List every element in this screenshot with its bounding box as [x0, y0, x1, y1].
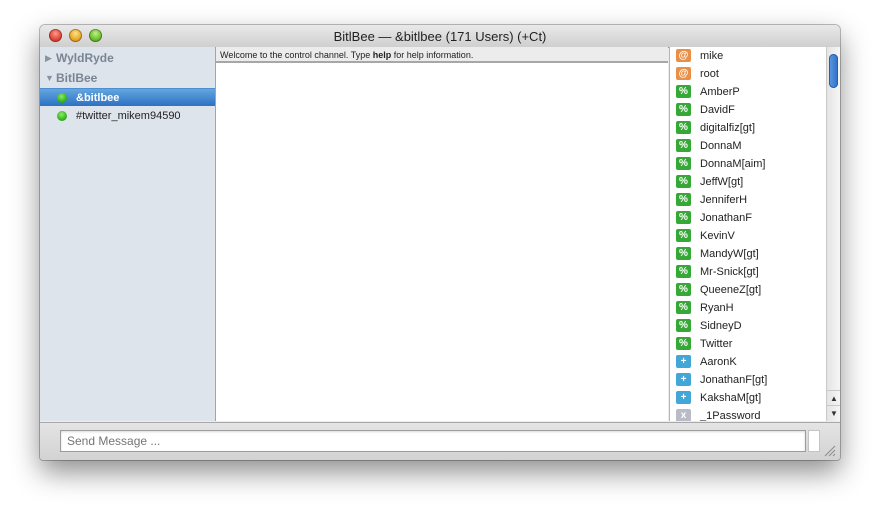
user-nickname: DonnaM[aim] [700, 158, 766, 170]
user-list-item[interactable]: % JeffW[gt] [670, 173, 827, 191]
user-list-item[interactable]: % DonnaM[aim] [670, 155, 827, 173]
user-list[interactable]: @ mike @ root% AmberP% DavidF% digitalfiz[gt]%… [669, 47, 827, 421]
app-window: BitlBee — &bitlbee (171 Users) (+Ct) ▶ W… [40, 25, 840, 460]
resize-grip-icon[interactable] [824, 445, 836, 457]
user-mode-badge-icon: % [676, 229, 691, 242]
user-list-item[interactable]: % DavidF [670, 101, 827, 119]
user-nickname: KevinV [700, 230, 735, 242]
user-nickname: KakshaM[gt] [700, 392, 762, 404]
channel-item-twitter[interactable]: #twitter_mikem94590 [40, 107, 215, 125]
user-mode-badge-icon: % [676, 265, 691, 278]
user-list-item[interactable]: @ root [670, 65, 827, 83]
user-list-item[interactable]: % Twitter [670, 335, 827, 353]
server-group-bitlbee[interactable]: ▼ BitlBee [40, 69, 215, 87]
user-mode-badge-icon: + [676, 391, 691, 404]
user-mode-badge-icon: % [676, 337, 691, 350]
user-list-item[interactable]: @ mike [670, 47, 827, 65]
user-nickname: JeffW[gt] [700, 176, 744, 188]
user-mode-badge-icon: % [676, 301, 691, 314]
user-nickname: QueeneZ[gt] [700, 284, 762, 296]
user-list-item[interactable]: % Mr-Snick[gt] [670, 263, 827, 281]
user-nickname: MandyW[gt] [700, 248, 759, 260]
user-nickname: DonnaM [700, 140, 742, 152]
channel-label: &bitlbee [76, 92, 120, 104]
user-nickname: JonathanF [700, 212, 752, 224]
user-mode-badge-icon: @ [676, 49, 691, 62]
user-list-item[interactable]: % QueeneZ[gt] [670, 281, 827, 299]
input-side-box [808, 430, 820, 452]
user-list-item[interactable]: x _1Password [670, 407, 827, 421]
user-nickname: root [700, 68, 719, 80]
user-mode-badge-icon: x [676, 409, 691, 421]
user-mode-badge-icon: % [676, 157, 691, 170]
online-status-icon [57, 111, 67, 121]
online-status-icon [57, 93, 67, 103]
window-title: BitlBee — &bitlbee (171 Users) (+Ct) [333, 29, 547, 44]
user-list-scrollbar[interactable]: ▲ ▼ [826, 47, 840, 421]
user-list-item[interactable]: % JonathanF [670, 209, 827, 227]
user-mode-badge-icon: % [676, 193, 691, 206]
user-mode-badge-icon: % [676, 247, 691, 260]
user-list-item[interactable]: % JenniferH [670, 191, 827, 209]
disclosure-down-icon[interactable]: ▼ [45, 69, 54, 87]
channel-item-bitlbee[interactable]: &bitlbee [40, 88, 215, 106]
user-nickname: Twitter [700, 338, 733, 350]
topic-text-suffix: for help information. [391, 50, 474, 60]
user-list-item[interactable]: % SidneyD [670, 317, 827, 335]
scroll-down-arrow-icon[interactable]: ▼ [827, 405, 840, 421]
user-mode-badge-icon: % [676, 283, 691, 296]
user-mode-badge-icon: @ [676, 67, 691, 80]
user-nickname: mike [700, 50, 724, 62]
user-nickname: SidneyD [700, 320, 742, 332]
user-list-item[interactable]: + JonathanF[gt] [670, 371, 827, 389]
user-nickname: AmberP [700, 86, 740, 98]
user-list-item[interactable]: % DonnaM [670, 137, 827, 155]
user-mode-badge-icon: % [676, 175, 691, 188]
user-nickname: JenniferH [700, 194, 748, 206]
user-mode-badge-icon: % [676, 139, 691, 152]
composer-bar [40, 422, 840, 460]
user-list-item[interactable]: % KevinV [670, 227, 827, 245]
user-list-item[interactable]: + KakshaM[gt] [670, 389, 827, 407]
user-nickname: JonathanF[gt] [700, 374, 768, 386]
user-mode-badge-icon: % [676, 211, 691, 224]
user-mode-badge-icon: + [676, 373, 691, 386]
user-list-item[interactable]: % RyanH [670, 299, 827, 317]
channel-label: #twitter_mikem94590 [76, 110, 181, 122]
topic-help-keyword: help [372, 50, 392, 60]
user-list-item[interactable]: % AmberP [670, 83, 827, 101]
send-message-input[interactable] [60, 430, 806, 452]
chat-transcript[interactable]: Welcome to the control channel. Type hel… [216, 47, 668, 421]
user-nickname: RyanH [700, 302, 734, 314]
user-mode-badge-icon: + [676, 355, 691, 368]
user-list-item[interactable]: % digitalfiz[gt] [670, 119, 827, 137]
scrollbar-thumb[interactable] [829, 54, 838, 88]
user-mode-badge-icon: % [676, 121, 691, 134]
user-mode-badge-icon: % [676, 319, 691, 332]
user-nickname: digitalfiz[gt] [700, 122, 756, 134]
server-group-wyldryde[interactable]: ▶ WyldRyde [40, 49, 215, 67]
scroll-up-arrow-icon[interactable]: ▲ [827, 390, 840, 406]
channel-topic: Welcome to the control channel. Type hel… [216, 47, 668, 63]
title-bar[interactable]: BitlBee — &bitlbee (171 Users) (+Ct) [40, 25, 840, 48]
user-nickname: DavidF [700, 104, 735, 116]
user-list-item[interactable]: + AaronK [670, 353, 827, 371]
user-mode-badge-icon: % [676, 103, 691, 116]
user-nickname: Mr-Snick[gt] [700, 266, 759, 278]
user-mode-badge-icon: % [676, 85, 691, 98]
topic-text: Welcome to the control channel. Type [220, 50, 373, 60]
server-group-label: WyldRyde [56, 51, 114, 65]
server-group-label: BitlBee [56, 71, 98, 85]
disclosure-right-icon[interactable]: ▶ [45, 49, 52, 67]
server-sidebar: ▶ WyldRyde ▼ BitlBee &bitlbee #twitter_m… [40, 47, 216, 421]
user-nickname: AaronK [700, 356, 737, 368]
user-list-item[interactable]: % MandyW[gt] [670, 245, 827, 263]
user-nickname: _1Password [700, 410, 761, 421]
